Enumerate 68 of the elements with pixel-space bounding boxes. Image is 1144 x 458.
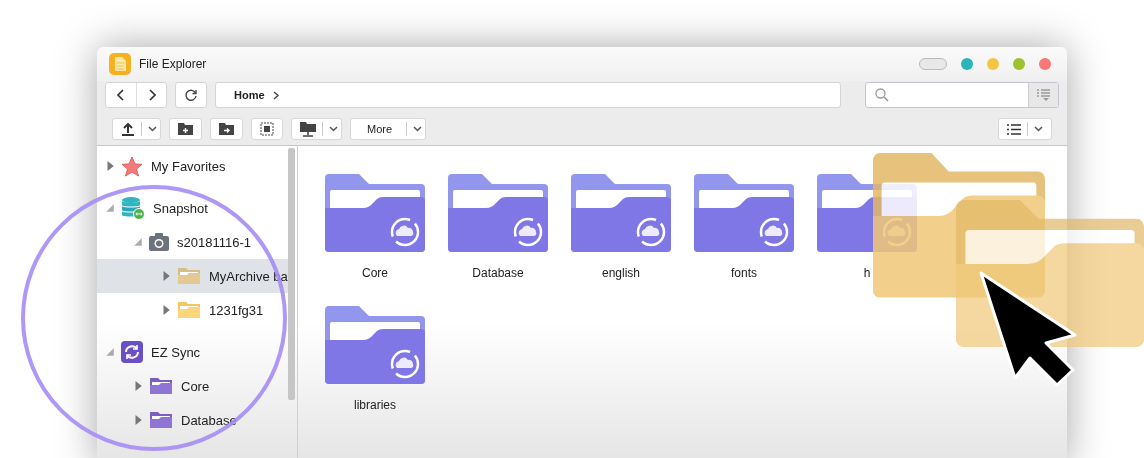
collapsed-arrow-icon[interactable]: [133, 381, 143, 391]
tree-item[interactable]: s20181116-1: [177, 234, 251, 250]
sync-folder-icon[interactable]: [325, 306, 425, 384]
cursor-icon: [979, 271, 1077, 387]
folder-icon: [177, 301, 201, 319]
network-folder-icon: [300, 121, 316, 137]
window-button[interactable]: [1013, 58, 1025, 70]
window-button[interactable]: [961, 58, 973, 70]
tree-item[interactable]: Core: [181, 378, 210, 394]
database-icon: [121, 196, 145, 220]
path-bar[interactable]: Home: [215, 82, 841, 108]
share-button[interactable]: [291, 118, 342, 140]
sync-icon: [121, 341, 143, 363]
breadcrumb-link[interactable]: Home: [234, 89, 265, 101]
star-icon: [121, 155, 143, 177]
sync-folder-icon[interactable]: [448, 174, 548, 252]
scrollbar[interactable]: [288, 148, 295, 400]
expanded-arrow-icon[interactable]: [105, 203, 115, 213]
back-icon: [117, 89, 125, 101]
refresh-icon: [185, 89, 197, 101]
caret-icon: [1034, 126, 1043, 132]
search-icon: [875, 88, 889, 102]
collapsed-arrow-icon[interactable]: [161, 305, 171, 315]
new-folder-button[interactable]: [169, 118, 202, 140]
filter-icon: [1037, 89, 1050, 101]
search-field[interactable]: [865, 82, 1059, 108]
collapsed-arrow-icon[interactable]: [105, 161, 115, 171]
tree-item[interactable]: EZ Sync: [151, 344, 201, 360]
caret-icon: [148, 126, 157, 132]
folder-icon: [177, 267, 201, 285]
folder-icon: [149, 377, 173, 395]
tree-item[interactable]: MyArchive ba: [209, 268, 288, 284]
tree-item[interactable]: Snapshot: [153, 200, 208, 216]
folder-icon: [149, 411, 173, 429]
folder-arrow-icon: [219, 123, 234, 135]
file-name[interactable]: fonts: [731, 266, 757, 280]
tree-item[interactable]: Database: [181, 412, 237, 428]
app-icon: [109, 53, 131, 75]
caret-icon: [413, 126, 423, 132]
expanded-arrow-icon[interactable]: [105, 347, 115, 357]
file-name[interactable]: h: [863, 266, 871, 280]
sync-folder-icon[interactable]: [571, 174, 671, 252]
file-name[interactable]: english: [602, 266, 640, 280]
expanded-arrow-icon[interactable]: [133, 237, 143, 247]
file-name[interactable]: Core: [362, 266, 388, 280]
window-button[interactable]: [1039, 58, 1051, 70]
chevron-icon: [272, 90, 279, 100]
upload-icon: [121, 122, 135, 136]
list-icon: [1007, 123, 1021, 135]
sync-folder-icon[interactable]: [694, 174, 794, 252]
view-button[interactable]: [998, 118, 1052, 140]
upload-button[interactable]: [112, 118, 161, 140]
collapsed-arrow-icon[interactable]: [133, 415, 143, 425]
move-button[interactable]: [210, 118, 243, 140]
tree-item[interactable]: My Favorites: [151, 158, 226, 174]
collapsed-arrow-icon[interactable]: [161, 271, 171, 281]
new-folder-icon: [178, 123, 193, 135]
forward-icon: [147, 89, 156, 101]
caret-icon: [329, 126, 338, 132]
tree-item[interactable]: 1231fg31: [209, 302, 264, 318]
window-title: File Explorer: [139, 57, 208, 71]
select-button[interactable]: [251, 118, 283, 140]
more-button[interactable]: More: [350, 118, 427, 140]
sync-folder-icon[interactable]: [325, 174, 425, 252]
file-name[interactable]: libraries: [354, 398, 396, 412]
select-icon: [260, 122, 274, 136]
camera-icon: [149, 233, 169, 251]
file-name[interactable]: Database: [472, 266, 524, 280]
